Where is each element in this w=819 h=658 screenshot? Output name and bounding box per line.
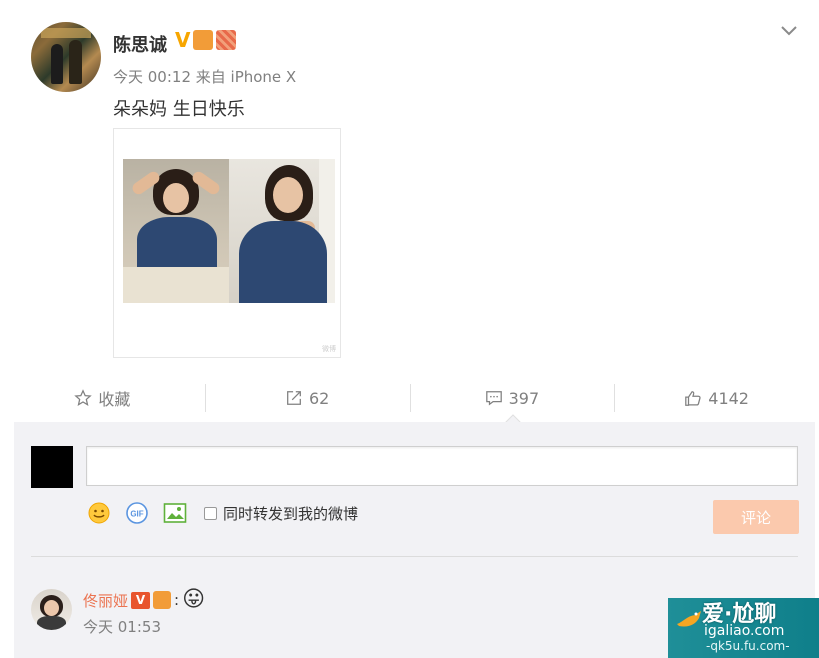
repost-count: 62: [308, 388, 330, 408]
site-watermark: 爱·尬聊 igaliao.com -qk5u.fu.com-: [668, 598, 819, 658]
comment-time: 今天 01:53: [83, 618, 161, 636]
smiley-icon: [88, 502, 110, 524]
comment-count: 397: [508, 388, 540, 408]
picture-icon: [163, 503, 187, 523]
action-bar: 收藏 62 397 4142: [0, 376, 819, 420]
weibo-post: 陈思诚 V 今天 00:12 来自 iPhone X 朵朵妈 生日快乐 微博: [0, 0, 819, 375]
sync-repost-option[interactable]: 同时转发到我的微博: [204, 503, 358, 524]
chevron-down-icon[interactable]: [779, 24, 799, 38]
gif-icon: GIF: [126, 502, 148, 524]
watermark-domain: igaliao.com: [704, 623, 785, 639]
submit-comment-button[interactable]: 评论: [713, 500, 799, 534]
image-watermark: 微博: [322, 345, 336, 353]
current-user-avatar[interactable]: [31, 446, 73, 488]
member-badge-icon[interactable]: [193, 30, 214, 50]
like-button[interactable]: 4142: [614, 376, 819, 420]
post-meta: 今天 00:12 来自 iPhone X: [113, 68, 297, 86]
commenter-name[interactable]: 佟丽娅: [83, 590, 128, 611]
author-name[interactable]: 陈思诚: [113, 31, 167, 57]
member-badge-icon[interactable]: [153, 591, 172, 609]
sync-repost-checkbox[interactable]: [204, 506, 217, 520]
author-badges: V: [175, 30, 237, 50]
emoji-button[interactable]: [86, 500, 112, 526]
favorite-label: 收藏: [98, 390, 131, 409]
verified-badge[interactable]: V: [175, 30, 190, 50]
photo-collage: [123, 159, 335, 303]
share-icon: [287, 391, 301, 405]
repost-button[interactable]: 62: [204, 376, 410, 420]
music-badge-icon[interactable]: [216, 30, 237, 50]
commenter-avatar[interactable]: [31, 589, 72, 630]
image-button[interactable]: [162, 500, 188, 526]
post-text: 朵朵妈 生日快乐: [113, 99, 245, 120]
comment-colon: :: [174, 591, 180, 609]
post-image[interactable]: 微博: [113, 128, 341, 358]
verified-badge[interactable]: V: [131, 591, 151, 609]
tongue-emoji-icon: 😛: [182, 587, 206, 612]
svg-text:GIF: GIF: [130, 510, 143, 519]
author-avatar[interactable]: [31, 22, 101, 92]
comment-divider: [31, 556, 798, 557]
star-icon: [74, 389, 93, 406]
thumbs-up-icon: [685, 391, 701, 406]
like-count: 4142: [708, 388, 749, 408]
bird-logo-icon: [677, 611, 701, 627]
watermark-subdomain: -qk5u.fu.com-: [706, 639, 790, 653]
sync-repost-label: 同时转发到我的微博: [223, 504, 359, 523]
gif-button[interactable]: GIF: [124, 500, 150, 526]
composer-toolbar: GIF 同时转发到我的微博: [86, 500, 358, 526]
favorite-button[interactable]: 收藏: [0, 376, 205, 420]
comment-input[interactable]: [86, 446, 798, 486]
comment-icon: [485, 391, 502, 406]
